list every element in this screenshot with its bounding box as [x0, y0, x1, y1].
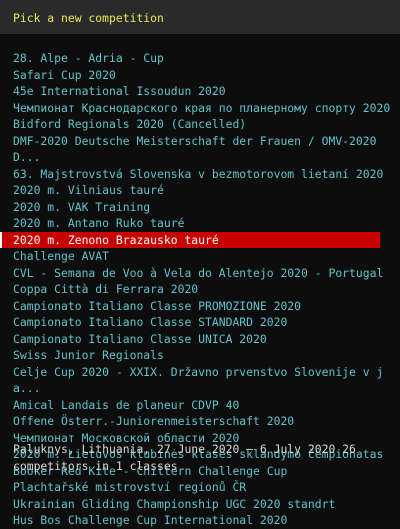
competition-item[interactable]: 63. Majstrovstvá Slovenska v bezmotorovo…	[0, 166, 400, 183]
competition-item[interactable]: Campionato Italiano Classe PROMOZIONE 20…	[0, 298, 400, 315]
competition-item[interactable]: Coppa Città di Ferrara 2020	[0, 281, 400, 298]
dialog-title-bar: Pick a new competition	[0, 0, 400, 34]
competition-item[interactable]: 2020 m. Vilniaus tauré	[0, 182, 400, 199]
competition-item[interactable]: Чемпионат Краснодарского края по планерн…	[0, 100, 400, 117]
competition-item[interactable]: Hus Bos Challenge Cup International 2020	[0, 512, 400, 529]
competition-item-selected[interactable]: 2020 m. Zenono Brazausko tauré	[0, 231, 380, 248]
competition-item[interactable]: 28. Alpe - Adria - Cup	[0, 50, 400, 67]
competition-item[interactable]: Swiss Junior Regionals	[0, 347, 400, 364]
competition-item[interactable]: Safari Cup 2020	[0, 67, 400, 84]
selected-competition-info: Paluknys, Lithuania, 27 June 2020 – 6 Ju…	[0, 441, 400, 474]
competition-item[interactable]: Bidford Regionals 2020 (Cancelled)	[0, 116, 400, 133]
competition-item[interactable]: CVL - Semana de Voo à Vela do Alentejo 2…	[0, 265, 400, 282]
competition-item[interactable]: Ukrainian Gliding Championship UGC 2020 …	[0, 496, 400, 513]
competition-item[interactable]: 45e International Issoudun 2020	[0, 83, 400, 100]
selected-competition-details: Paluknys, Lithuania, 27 June 2020 – 6 Ju…	[13, 442, 356, 473]
competition-item[interactable]: Celje Cup 2020 - XXIX. Državno prvenstvo…	[0, 364, 400, 397]
competition-item[interactable]: Amical Landais de planeur CDVP 40	[0, 397, 400, 414]
competition-item[interactable]: Campionato Italiano Classe STANDARD 2020	[0, 314, 400, 331]
competition-item[interactable]: Challenge AVAT	[0, 248, 400, 265]
competition-item[interactable]: 2020 m. Antano Ruko tauré	[0, 215, 400, 232]
competition-item[interactable]: Offene Österr.-Juniorenmeisterschaft 202…	[0, 413, 400, 430]
competition-item[interactable]: DMF-2020 Deutsche Meisterschaft der Frau…	[0, 133, 400, 166]
competition-item[interactable]: 2020 m. VAK Training	[0, 199, 400, 216]
dialog-title: Pick a new competition	[13, 11, 164, 25]
competition-item[interactable]: Plachtařské mistrovství regionů ČR	[0, 479, 400, 496]
competition-item[interactable]: Campionato Italiano Classe UNICA 2020	[0, 331, 400, 348]
